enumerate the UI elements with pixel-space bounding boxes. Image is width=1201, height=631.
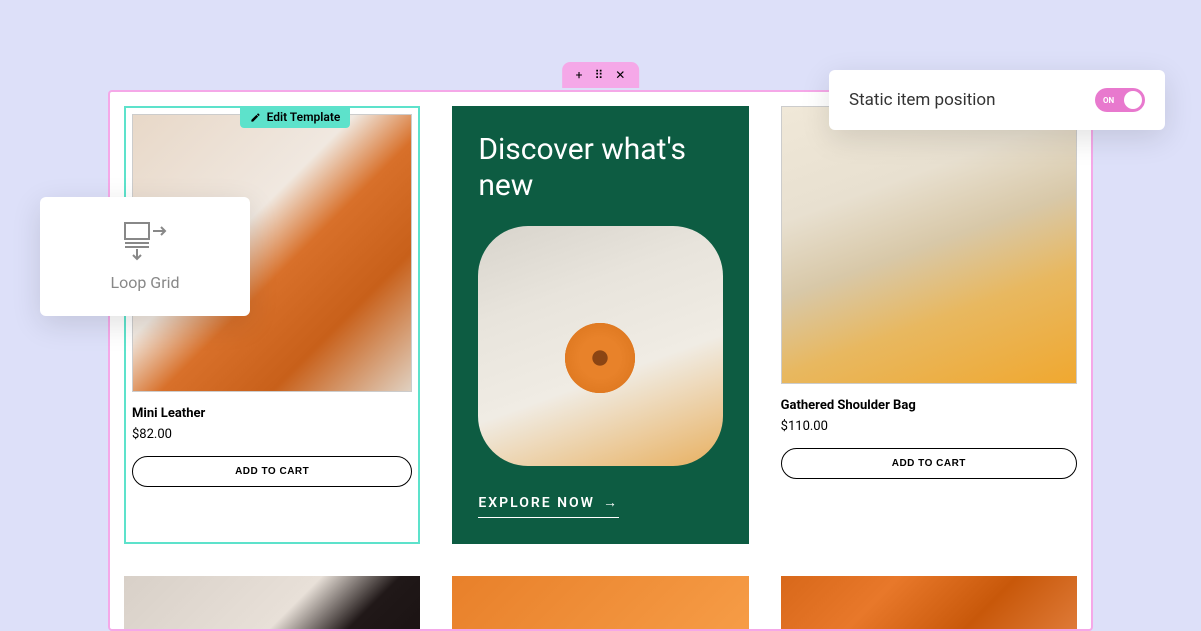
toggle-knob: [1124, 91, 1142, 109]
arrow-right-icon: →: [603, 494, 619, 511]
product-price: $110.00: [781, 419, 1077, 434]
product-image: [124, 576, 420, 631]
pencil-icon: [250, 112, 261, 123]
explore-label: EXPLORE NOW: [478, 495, 595, 511]
popover-label: Loop Grid: [110, 273, 179, 292]
edit-template-label: Edit Template: [267, 110, 341, 124]
product-card[interactable]: Edit Template Mini Leather $82.00 ADD TO…: [124, 106, 420, 544]
promo-card: Discover what's new EXPLORE NOW →: [452, 106, 748, 544]
product-image: [452, 576, 748, 631]
loop-grid-popover[interactable]: Loop Grid: [40, 197, 250, 316]
product-image: [781, 106, 1077, 384]
static-item-toggle[interactable]: ON: [1095, 88, 1145, 112]
section-toolbar[interactable]: + ⠿ ✕: [562, 62, 640, 88]
close-icon[interactable]: ✕: [615, 68, 625, 82]
product-image: [781, 576, 1077, 631]
drag-handle-icon[interactable]: ⠿: [594, 68, 603, 82]
product-card[interactable]: Gathered Shoulder Bag $110.00 ADD TO CAR…: [781, 106, 1077, 544]
product-price: $82.00: [132, 427, 412, 442]
promo-image: [478, 226, 722, 466]
product-title: Mini Leather: [132, 406, 412, 421]
plus-icon[interactable]: +: [576, 68, 583, 82]
toggle-label: Static item position: [849, 90, 995, 110]
explore-now-link[interactable]: EXPLORE NOW →: [478, 494, 619, 518]
add-to-cart-button[interactable]: ADD TO CART: [132, 456, 412, 487]
edit-template-button[interactable]: Edit Template: [240, 106, 351, 128]
static-item-toggle-panel: Static item position ON: [829, 70, 1165, 130]
promo-title: Discover what's new: [478, 132, 722, 204]
toggle-state-label: ON: [1103, 96, 1114, 105]
flower-graphic: [565, 323, 635, 393]
product-title: Gathered Shoulder Bag: [781, 398, 1077, 413]
loop-grid-icon: [121, 221, 169, 261]
loop-grid-canvas: Edit Template Mini Leather $82.00 ADD TO…: [108, 90, 1093, 631]
add-to-cart-button[interactable]: ADD TO CART: [781, 448, 1077, 479]
